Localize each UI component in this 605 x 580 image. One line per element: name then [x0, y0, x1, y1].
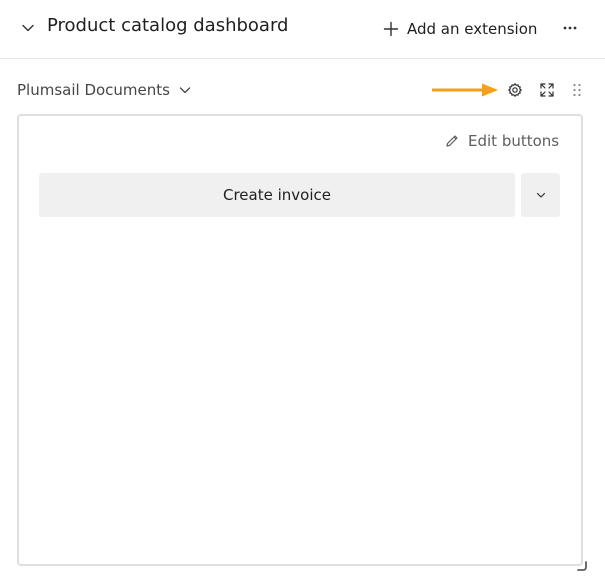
- edit-buttons-label: Edit buttons: [468, 132, 560, 150]
- extension-name: Plumsail Documents: [17, 81, 170, 99]
- edit-buttons-link[interactable]: Edit buttons: [444, 132, 559, 150]
- gear-icon[interactable]: [507, 82, 523, 98]
- add-extension-button[interactable]: Add an extension: [383, 17, 537, 41]
- more-actions-dropdown[interactable]: [521, 173, 560, 217]
- chevron-down-icon[interactable]: [20, 20, 36, 36]
- chevron-down-icon: [536, 192, 545, 198]
- annotation-arrow: [432, 83, 498, 97]
- plus-icon: [383, 21, 399, 37]
- extension-toolbar: Plumsail Documents: [0, 76, 605, 106]
- section-header: Product catalog dashboard Add an extensi…: [0, 0, 605, 59]
- expand-icon[interactable]: [539, 82, 555, 98]
- pencil-icon: [446, 135, 458, 147]
- chevron-down-icon: [179, 87, 191, 94]
- drag-handle-icon[interactable]: [569, 82, 585, 98]
- add-extension-label: Add an extension: [407, 20, 538, 38]
- more-icon: [563, 26, 577, 30]
- resize-handle-icon[interactable]: [577, 561, 587, 571]
- more-options-button[interactable]: [558, 18, 582, 38]
- extension-selector[interactable]: Plumsail Documents: [17, 81, 192, 99]
- section-title: Product catalog dashboard: [47, 15, 289, 36]
- create-invoice-button[interactable]: Create invoice: [39, 173, 515, 217]
